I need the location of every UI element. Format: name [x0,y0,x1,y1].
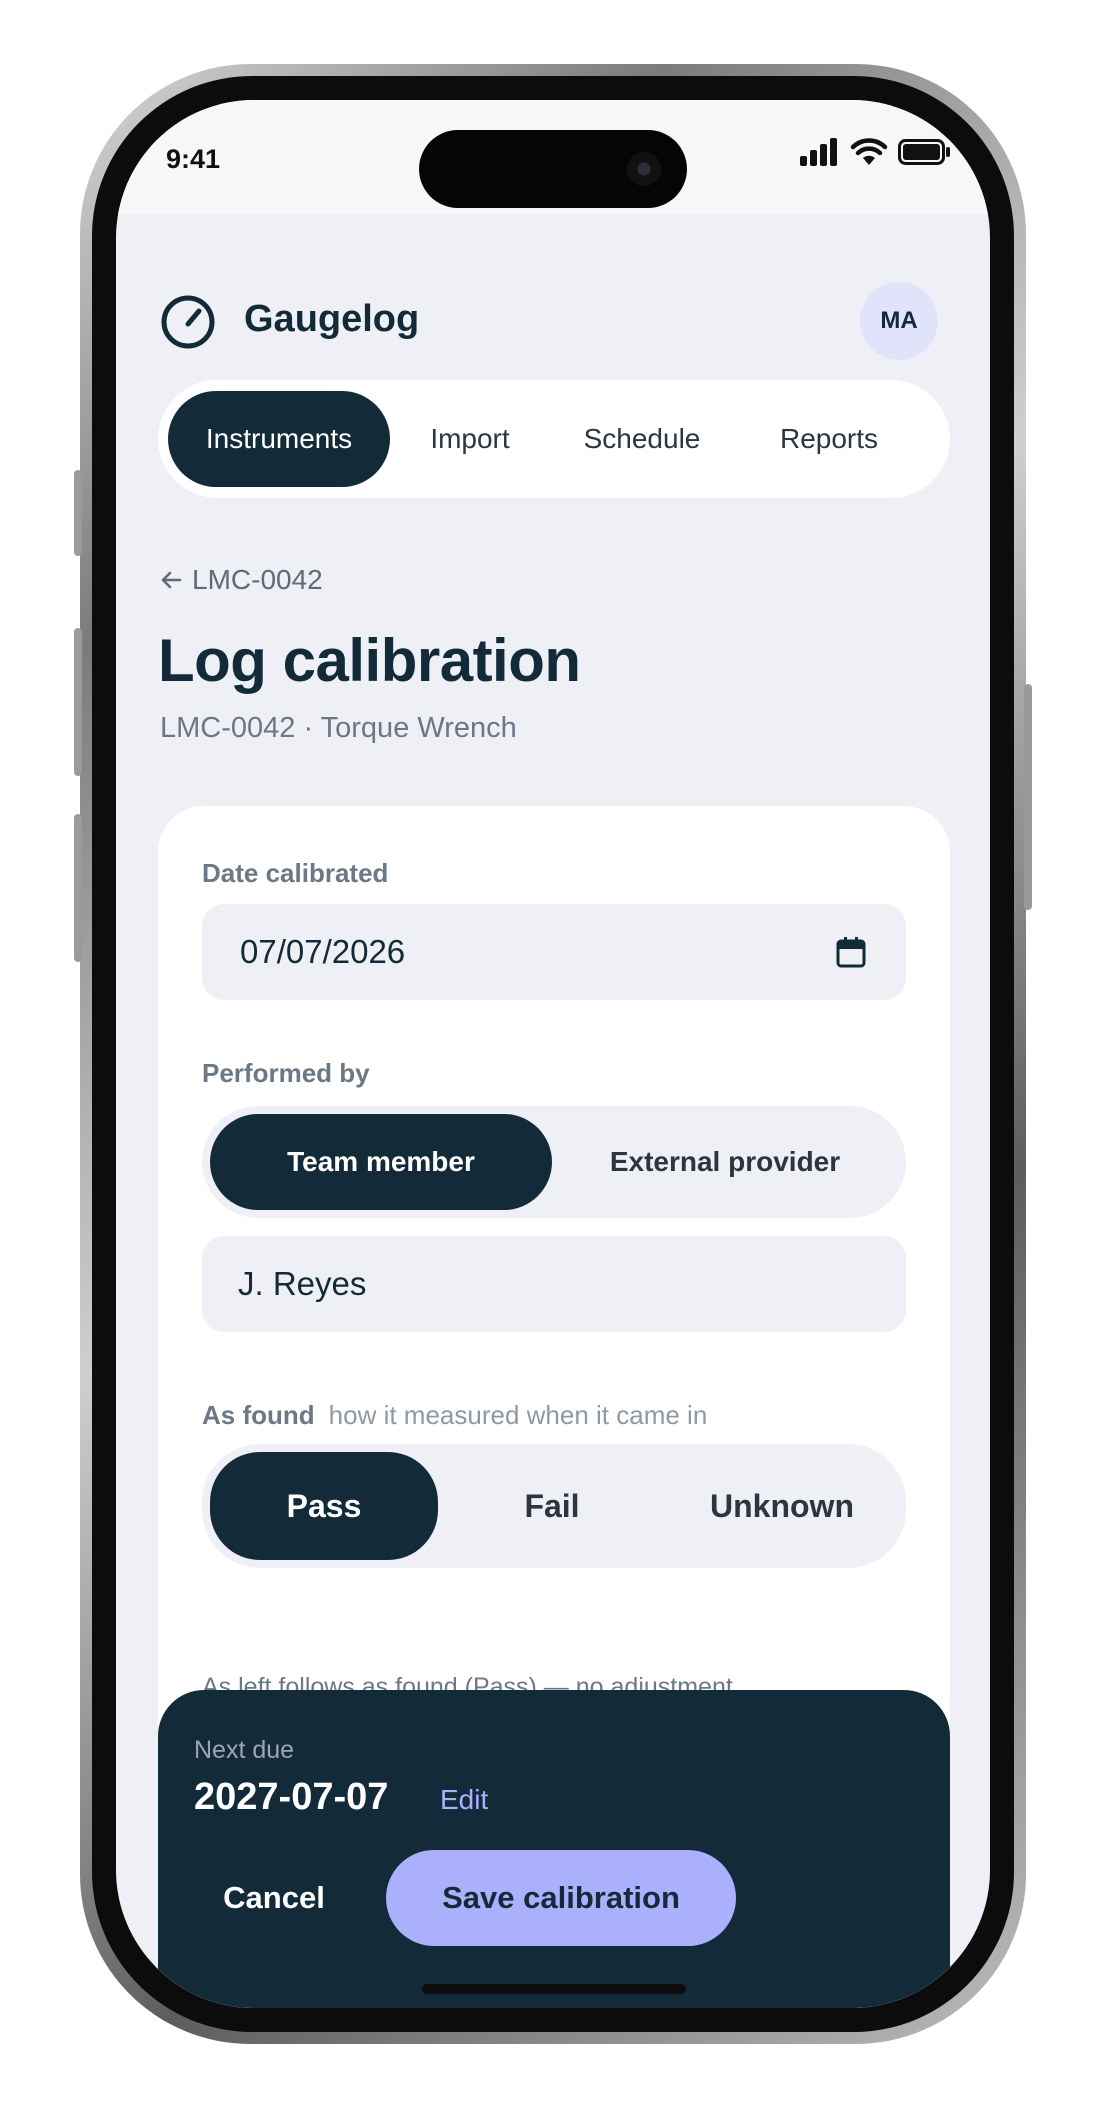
main-nav-tabs: Instruments Import Schedule Reports [158,380,950,498]
app-name: Gaugelog [244,298,420,340]
home-indicator[interactable] [422,1984,686,1994]
back-link-label: LMC-0042 [192,564,323,595]
gauge-logo-icon [161,295,215,349]
as-found-label: As found how it measured when it came in [202,1400,707,1431]
tab-schedule[interactable]: Schedule [550,391,734,487]
external-provider-option[interactable]: External provider [552,1114,898,1210]
tab-reports[interactable]: Reports [734,391,924,487]
cellular-signal-icon [800,138,837,166]
page-subtitle: LMC-0042 · Torque Wrench [160,712,517,744]
front-camera [627,152,661,186]
wifi-icon [850,138,888,165]
as-found-toggle: Pass Fail Unknown [202,1444,906,1568]
action-footer: Next due 2027-07-07 Edit Cancel Save cal… [158,1690,950,2008]
status-time: 9:41 [166,144,221,174]
tab-instruments[interactable]: Instruments [168,391,390,487]
screen: 9:41 Gaugelog MA Instruments Import Sche… [116,100,990,2008]
user-avatar[interactable]: MA [860,282,938,360]
as-found-label-text: As found [202,1400,315,1430]
save-calibration-button[interactable]: Save calibration [386,1850,736,1946]
performer-name-value: J. Reyes [238,1265,367,1302]
next-due-label: Next due [194,1736,295,1764]
fail-option[interactable]: Fail [438,1452,666,1560]
dynamic-island [419,130,687,208]
next-due-date: 2027-07-07 [194,1776,389,1818]
calendar-icon[interactable] [836,936,866,968]
status-bar: 9:41 [116,100,990,215]
date-calibrated-value: 07/07/2026 [240,933,406,970]
performer-name-input[interactable]: J. Reyes [202,1236,906,1332]
date-calibrated-input[interactable]: 07/07/2026 [202,904,906,1000]
page-title: Log calibration [158,627,581,694]
status-icons [800,138,952,166]
performed-by-toggle: Team member External provider [202,1106,906,1218]
battery-icon [898,139,950,165]
back-link[interactable]: LMC-0042 [160,564,323,596]
unknown-option[interactable]: Unknown [666,1452,898,1560]
volume-down-button [74,814,82,962]
team-member-option[interactable]: Team member [210,1114,552,1210]
app-header: Gaugelog MA [160,280,946,360]
edit-next-due-link[interactable]: Edit [440,1784,488,1816]
pass-option[interactable]: Pass [210,1452,438,1560]
tab-import[interactable]: Import [390,391,550,487]
volume-up-button [74,628,82,776]
cancel-button[interactable]: Cancel [194,1850,354,1946]
arrow-left-icon [161,571,182,589]
as-found-hint: how it measured when it came in [328,1400,708,1430]
action-button [74,470,82,556]
performed-by-label: Performed by [202,1058,370,1088]
power-button [1024,684,1032,910]
date-calibrated-label: Date calibrated [202,858,389,888]
